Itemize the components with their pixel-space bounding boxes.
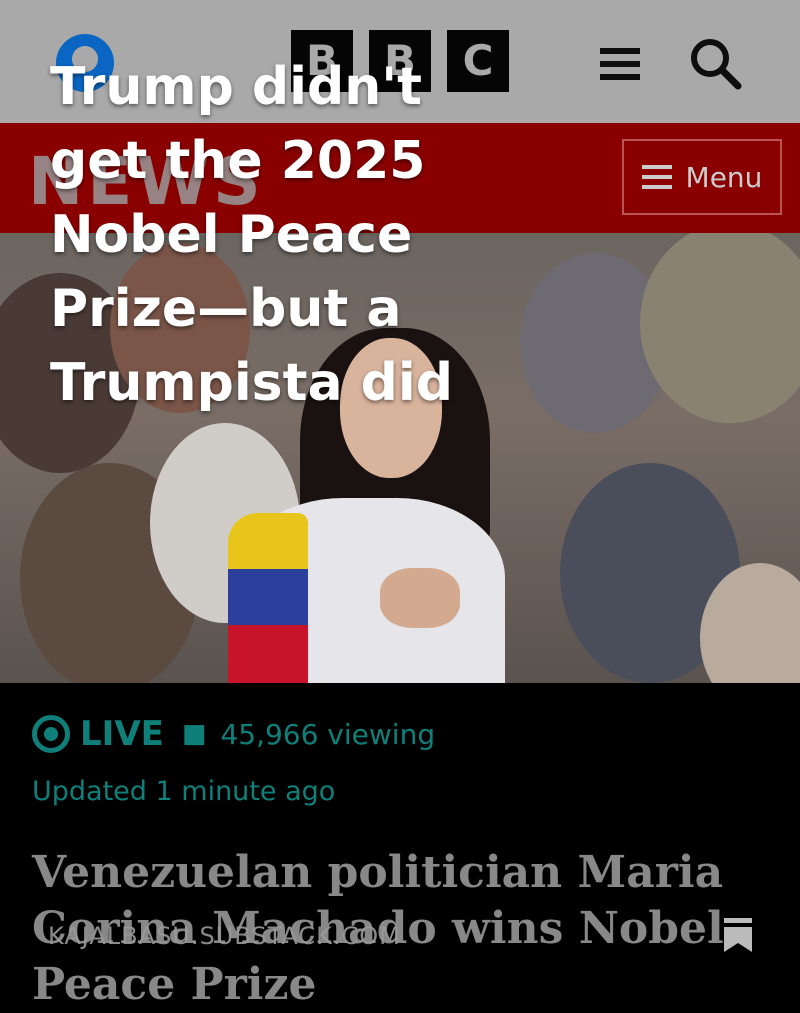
woman-hand [380, 568, 460, 628]
hamburger-icon[interactable] [600, 46, 642, 82]
search-icon[interactable] [688, 36, 744, 92]
live-status-row: LIVE ■ 45,966 viewing [32, 714, 435, 754]
live-label: LIVE [80, 714, 164, 754]
viewer-count: 45,966 viewing [220, 717, 436, 751]
bookmark-icon[interactable] [724, 918, 752, 952]
live-indicator-icon [32, 715, 70, 753]
flag-sleeve [228, 513, 308, 683]
menu-lines-icon [641, 165, 672, 189]
updated-time: Updated 1 minute ago [32, 776, 336, 807]
separator-dot: ■ [181, 719, 207, 749]
menu-button[interactable]: Menu [622, 139, 782, 215]
watermark: KAJALBASU.SUBSTACK.COM [48, 922, 401, 950]
menu-label: Menu [685, 160, 763, 194]
overlay-headline: Trump didn't get the 2025 Nobel Peace Pr… [50, 57, 453, 413]
